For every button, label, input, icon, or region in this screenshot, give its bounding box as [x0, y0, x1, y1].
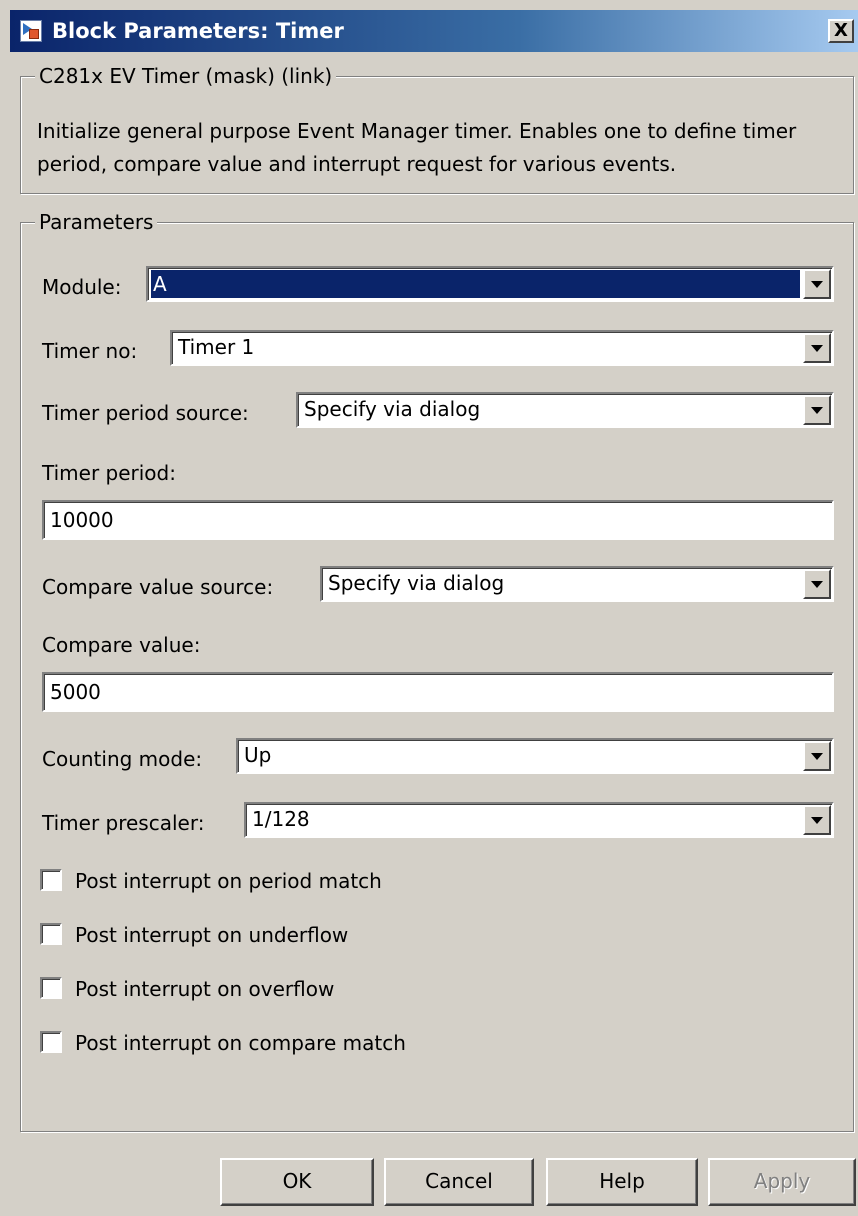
parameters-heading: Parameters: [35, 209, 158, 235]
block-parameters-dialog: Block Parameters: Timer X C281x EV Timer…: [0, 0, 858, 1216]
timer-prescaler-dropdown-arrow-icon[interactable]: [803, 805, 831, 835]
compare-value-label: Compare value:: [42, 633, 201, 657]
module-dropdown-arrow-icon[interactable]: [803, 269, 831, 299]
timer-period-source-label: Timer period source:: [42, 401, 249, 425]
period-match-label[interactable]: Post interrupt on period match: [75, 866, 382, 896]
period-match-checkbox[interactable]: [40, 869, 62, 891]
compare-value-source-label: Compare value source:: [42, 575, 274, 599]
counting-mode-value: Up: [244, 743, 272, 767]
counting-mode-dropdown-arrow-icon[interactable]: [803, 741, 831, 771]
timer-period-value: 10000: [50, 508, 114, 532]
underflow-label[interactable]: Post interrupt on underflow: [75, 920, 348, 950]
counting-mode-select[interactable]: Up: [236, 738, 834, 774]
title-bar[interactable]: Block Parameters: Timer X: [10, 10, 858, 52]
module-label: Module:: [42, 275, 122, 299]
timer-period-label: Timer period:: [42, 461, 176, 485]
simulink-block-icon: [20, 20, 42, 42]
compare-match-label[interactable]: Post interrupt on compare match: [75, 1028, 406, 1058]
timer-period-source-select[interactable]: Specify via dialog: [296, 392, 834, 428]
description-group: C281x EV Timer (mask) (link) Initialize …: [20, 63, 854, 194]
module-select[interactable]: A: [146, 266, 834, 302]
compare-value-source-dropdown-arrow-icon[interactable]: [803, 569, 831, 599]
cancel-button[interactable]: Cancel: [384, 1158, 534, 1206]
timer-prescaler-label: Timer prescaler:: [42, 811, 205, 835]
apply-button[interactable]: Apply: [708, 1158, 856, 1206]
description-text: Initialize general purpose Event Manager…: [37, 119, 797, 176]
help-button[interactable]: Help: [546, 1158, 698, 1206]
timer-period-input[interactable]: 10000: [42, 500, 834, 540]
counting-mode-label: Counting mode:: [42, 747, 203, 771]
compare-value-source-select[interactable]: Specify via dialog: [320, 566, 834, 602]
overflow-label[interactable]: Post interrupt on overflow: [75, 974, 334, 1004]
compare-value-value: 5000: [50, 680, 101, 704]
timer-prescaler-value: 1/128: [252, 807, 310, 831]
window-title: Block Parameters: Timer: [52, 19, 344, 43]
compare-match-checkbox[interactable]: [40, 1031, 62, 1053]
timer-period-source-dropdown-arrow-icon[interactable]: [803, 395, 831, 425]
timer-no-dropdown-arrow-icon[interactable]: [803, 333, 831, 363]
description-heading: C281x EV Timer (mask) (link): [35, 63, 337, 89]
timer-no-label: Timer no:: [42, 339, 138, 363]
timer-no-value: Timer 1: [178, 335, 255, 359]
compare-value-source-value: Specify via dialog: [328, 571, 505, 595]
timer-period-source-value: Specify via dialog: [304, 397, 481, 421]
underflow-checkbox[interactable]: [40, 923, 62, 945]
timer-prescaler-select[interactable]: 1/128: [244, 802, 834, 838]
close-button[interactable]: X: [828, 19, 854, 43]
timer-no-select[interactable]: Timer 1: [170, 330, 834, 366]
overflow-checkbox[interactable]: [40, 977, 62, 999]
module-value: A: [151, 270, 800, 298]
ok-button[interactable]: OK: [220, 1158, 374, 1206]
compare-value-input[interactable]: 5000: [42, 672, 834, 712]
